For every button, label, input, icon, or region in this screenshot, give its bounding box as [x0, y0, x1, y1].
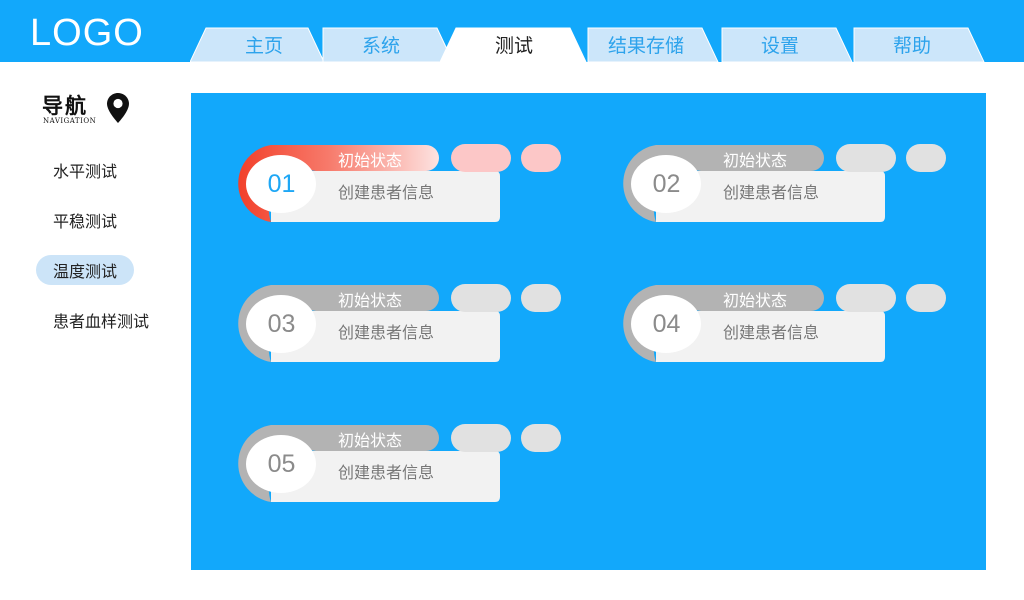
tab-label: 系统 — [361, 35, 400, 57]
sidebar-item-blood-sample-test[interactable]: 患者血样测试 — [36, 305, 166, 335]
test-panel: 01 初始状态 创建患者信息 02 初始状态 创建患者信息 03 初始状态 创建… — [191, 93, 986, 570]
card-status: 初始状态 — [338, 291, 403, 310]
card-info: 创建患者信息 — [338, 183, 435, 202]
card-04-option-button[interactable] — [906, 284, 946, 312]
card-02-option-button[interactable] — [906, 144, 946, 172]
tab-label: 设置 — [760, 35, 799, 57]
card-status: 初始状态 — [723, 291, 788, 310]
card-status: 初始状态 — [338, 151, 403, 170]
card-number: 03 — [267, 309, 296, 338]
card-01-option-button[interactable] — [521, 144, 561, 172]
tab-results[interactable]: 结果存储 — [572, 27, 720, 62]
card-03-option-button[interactable] — [521, 284, 561, 312]
card-info: 创建患者信息 — [723, 323, 820, 342]
tab-test[interactable]: 测试 — [440, 27, 588, 62]
card-05-option-button[interactable] — [521, 424, 561, 452]
card-status: 初始状态 — [723, 151, 788, 170]
tab-label: 帮助 — [892, 35, 931, 57]
card-number: 04 — [652, 309, 681, 338]
top-bar: LOGO 主页 系统 测试 结果存储 设置 帮助 — [0, 0, 1024, 62]
tab-system[interactable]: 系统 — [307, 27, 455, 62]
nav-heading: 导航 NAVIGATION — [42, 90, 142, 130]
card-info: 创建患者信息 — [723, 183, 820, 202]
nav-subtitle: NAVIGATION — [43, 117, 97, 125]
nav-title: 导航 — [42, 94, 88, 118]
card-info: 创建患者信息 — [338, 323, 435, 342]
card-03-action-button[interactable] — [451, 284, 511, 312]
card-number: 05 — [267, 449, 296, 478]
card-02-action-button[interactable] — [836, 144, 896, 172]
sidebar-item-label: 患者血样测试 — [53, 312, 150, 331]
card-status: 初始状态 — [338, 431, 403, 450]
sidebar-item-label: 温度测试 — [53, 262, 118, 281]
map-pin-icon — [107, 93, 129, 123]
tab-label: 主页 — [244, 35, 283, 57]
sidebar-item-temperature-test[interactable]: 温度测试 — [36, 255, 135, 285]
card-info: 创建患者信息 — [338, 463, 435, 482]
test-card-04[interactable]: 04 初始状态 创建患者信息 — [616, 284, 956, 366]
sidebar-item-label: 水平测试 — [53, 162, 118, 181]
test-card-01[interactable]: 01 初始状态 创建患者信息 — [231, 144, 571, 226]
sidebar-item-label: 平稳测试 — [53, 212, 118, 231]
sidebar-item-stability-test[interactable]: 平稳测试 — [36, 205, 134, 235]
logo: LOGO — [30, 12, 144, 54]
card-number: 01 — [267, 169, 296, 198]
card-number: 02 — [652, 169, 681, 198]
card-05-action-button[interactable] — [451, 424, 511, 452]
tab-settings[interactable]: 设置 — [706, 27, 854, 62]
test-card-02[interactable]: 02 初始状态 创建患者信息 — [616, 144, 956, 226]
card-04-action-button[interactable] — [836, 284, 896, 312]
tab-label: 测试 — [494, 35, 533, 57]
test-card-03[interactable]: 03 初始状态 创建患者信息 — [231, 284, 571, 366]
test-card-05[interactable]: 05 初始状态 创建患者信息 — [231, 424, 571, 506]
tab-help[interactable]: 帮助 — [838, 27, 986, 62]
card-01-action-button[interactable] — [451, 144, 511, 172]
sidebar-item-level-test[interactable]: 水平测试 — [36, 155, 134, 185]
tab-label: 结果存储 — [607, 35, 684, 57]
